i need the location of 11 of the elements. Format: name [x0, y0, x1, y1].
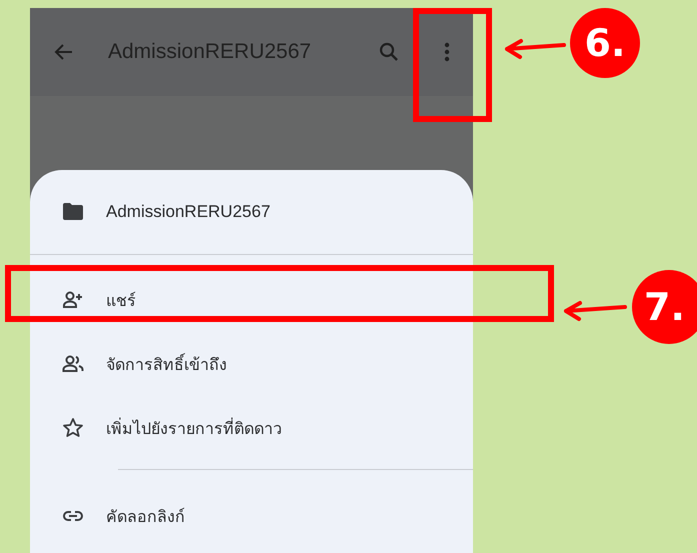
- menu-item[interactable]: แชร์: [30, 268, 473, 332]
- step-badge: 6.: [570, 8, 640, 78]
- annotation-arrow: [503, 38, 567, 60]
- folder-name: AdmissionRERU2567: [106, 202, 270, 222]
- menu-item[interactable]: เพิ่มไปยังรายการที่ติดดาว: [30, 396, 473, 460]
- star-icon: [61, 416, 85, 440]
- menu-item[interactable]: คัดลอกลิงก์: [30, 484, 473, 548]
- menu-item[interactable]: จัดการสิทธิ์เข้าถึง: [30, 332, 473, 396]
- annotation-arrow: [562, 300, 628, 322]
- app-bar-title: AdmissionRERU2567: [108, 40, 312, 64]
- step-badge: 7.: [632, 270, 697, 344]
